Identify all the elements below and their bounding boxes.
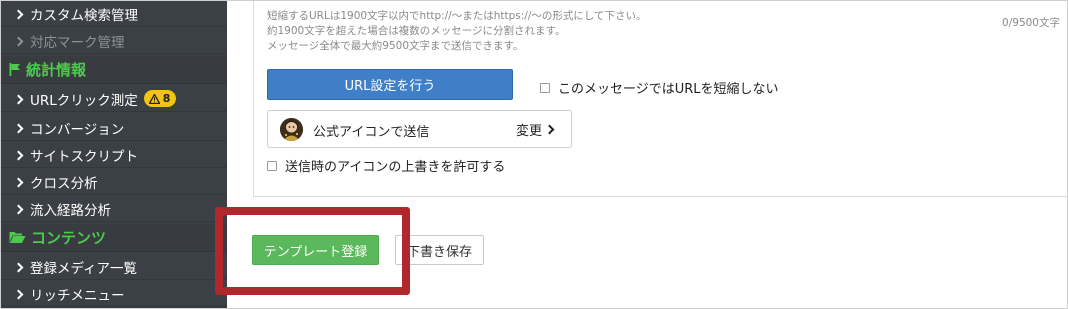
sidebar-item-label: クロス分析 [30, 175, 98, 192]
sidebar-item-conversion[interactable]: コンバージョン [1, 115, 227, 141]
allow-icon-override-checkbox[interactable] [267, 160, 277, 171]
chevron-right-icon [13, 94, 24, 104]
sidebar-item-label: サイトスクリプト [30, 148, 138, 165]
allow-icon-override-option[interactable]: 送信時のアイコンの上書きを許可する [267, 156, 505, 175]
help-line: メッセージ全体で最大約9500文字まで送信できます。 [267, 40, 524, 52]
register-template-button[interactable]: テンプレート登録 [252, 235, 379, 265]
help-line: 約1900文字を超えた場合は複数のメッセージに分割されます。 [267, 25, 566, 37]
chevron-right-icon [13, 123, 24, 133]
main-content: 短縮するURLは1900文字以内でhttp://〜またはhttps://〜の形式… [227, 1, 1067, 308]
chevron-right-icon [13, 150, 24, 160]
sidebar-item-label: 流入経路分析 [30, 202, 111, 219]
no-shorten-label: このメッセージではURLを短縮しない [558, 82, 779, 97]
change-icon-link[interactable]: 変更 [515, 120, 555, 139]
warning-badge: 8 [143, 90, 177, 107]
allow-icon-override-label: 送信時のアイコンの上書きを許可する [285, 160, 506, 175]
help-line: 短縮するURLは1900文字以内でhttp://〜またはhttps://〜の形式… [267, 10, 647, 22]
sidebar-item-cross-analysis[interactable]: クロス分析 [1, 169, 227, 195]
app-window: カスタム検索管理 対応マーク管理 統計情報 URLクリック測定 8 コンバージョ… [0, 0, 1068, 309]
save-draft-button[interactable]: 下書き保存 [395, 235, 484, 265]
change-label: 変更 [515, 124, 542, 139]
sidebar-item-label: リッチメニュー [30, 287, 125, 304]
chevron-right-icon [13, 289, 24, 299]
sidebar-section-contents: コンテンツ [1, 224, 227, 252]
chevron-right-icon [544, 124, 555, 135]
sidebar-item-label: 登録メディア一覧 [30, 260, 138, 277]
sidebar-section-stats: 統計情報 [1, 56, 227, 84]
chevron-right-icon [13, 36, 24, 46]
official-icon-label: 公式アイコンで送信 [313, 125, 430, 140]
url-help-text: 短縮するURLは1900文字以内でhttp://〜またはhttps://〜の形式… [267, 9, 647, 54]
sidebar-item-label: 対応マーク管理 [30, 34, 125, 51]
sidebar: カスタム検索管理 対応マーク管理 統計情報 URLクリック測定 8 コンバージョ… [1, 1, 227, 308]
sidebar-item-mark-management: 対応マーク管理 [1, 28, 227, 54]
folder-open-icon [9, 231, 26, 244]
message-settings-panel: 短縮するURLは1900文字以内でhttp://〜またはhttps://〜の形式… [253, 1, 1067, 197]
sidebar-section-label: コンテンツ [31, 229, 107, 247]
chevron-right-icon [13, 262, 24, 272]
flag-icon [9, 63, 21, 76]
send-icon-selector: 公式アイコンで送信 変更 [267, 110, 572, 148]
sidebar-item-rich-menu[interactable]: リッチメニュー [1, 281, 227, 307]
sidebar-item-label: コンバージョン [30, 121, 125, 138]
badge-count: 8 [162, 92, 171, 105]
url-settings-button[interactable]: URL設定を行う [267, 69, 513, 100]
sidebar-item-custom-search[interactable]: カスタム検索管理 [1, 1, 227, 27]
chevron-right-icon [13, 9, 24, 19]
sidebar-item-site-script[interactable]: サイトスクリプト [1, 142, 227, 168]
sidebar-item-url-click[interactable]: URLクリック測定 8 [1, 86, 227, 112]
sidebar-item-media-list[interactable]: 登録メディア一覧 [1, 254, 227, 280]
sidebar-item-inflow-analysis[interactable]: 流入経路分析 [1, 196, 227, 222]
no-shorten-option[interactable]: このメッセージではURLを短縮しない [540, 78, 779, 97]
char-counter: 0/9500文字 [1002, 17, 1060, 29]
chevron-right-icon [13, 177, 24, 187]
sidebar-item-label: URLクリック測定 [30, 92, 138, 109]
sidebar-section-label: 統計情報 [26, 61, 87, 79]
official-icon-avatar [280, 118, 303, 141]
warning-icon [148, 93, 160, 104]
chevron-right-icon [13, 204, 24, 214]
no-shorten-checkbox[interactable] [540, 82, 550, 93]
sidebar-item-label: カスタム検索管理 [30, 7, 138, 24]
